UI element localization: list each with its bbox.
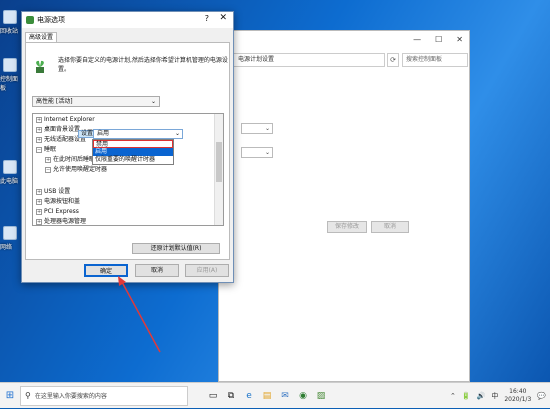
volume-icon[interactable]: 🔊 <box>477 392 486 400</box>
time: 16:40 <box>509 388 527 395</box>
collapse-icon[interactable]: − <box>36 146 42 153</box>
ok-button[interactable]: 确定 <box>84 264 128 277</box>
apply-button[interactable]: 应用(A) <box>185 264 229 277</box>
desktop-icon-label: 回收站 <box>0 28 19 35</box>
app-icon[interactable]: ◉ <box>294 383 312 409</box>
power-plan-settings-window: — ☐ ✕ 电源计划设置 ⟳ 搜索控制面板 ⌄ ⌄ 保存修改 取消 <box>218 30 470 382</box>
chevron-down-icon: ⌄ <box>174 130 180 137</box>
expand-icon[interactable]: + <box>36 208 42 215</box>
tree-item[interactable]: − 睡眠 <box>36 146 56 154</box>
tree-item-label: Internet Explorer <box>44 116 95 123</box>
tree-scrollbar[interactable] <box>214 114 223 225</box>
chevron-down-icon: ⌄ <box>150 98 156 105</box>
control-panel-search[interactable]: 搜索控制面板 <box>402 53 468 67</box>
tree-item-label: PCI Express <box>44 208 79 215</box>
tree-item-label: 在此时间后睡眠 <box>53 156 96 163</box>
plan-select[interactable]: 高性能 [活动] ⌄ <box>32 96 160 107</box>
cancel-button[interactable]: 取消 <box>371 221 409 233</box>
tree-item-label: 电源按钮和盖 <box>44 198 81 205</box>
scrollbar-thumb[interactable] <box>216 142 222 182</box>
expand-icon[interactable]: + <box>36 136 42 143</box>
tree-item-label: 睡眠 <box>44 146 57 153</box>
taskbar: ⊞ ⚲ 在这里输入你要搜索的内容 ▭ ⧉ e ▤ ✉ ◉ ▨ ⌃ 🔋 🔊 中 1… <box>0 382 550 408</box>
tree-item-label: 处理器电源管理 <box>44 218 87 225</box>
option-enable[interactable]: 启用 <box>93 148 173 156</box>
file-explorer-icon[interactable]: ▤ <box>258 383 276 409</box>
tree-item[interactable]: + 桌面背景设置 <box>36 126 80 134</box>
wake-timer-value: 启用 <box>97 130 110 137</box>
close-icon[interactable]: ✕ <box>219 13 227 23</box>
wake-timer-options[interactable]: 禁用 启用 仅限重要的唤醒计时器 <box>92 139 174 165</box>
date: 2020/1/3 <box>504 396 532 403</box>
control-panel-icon[interactable] <box>3 58 17 72</box>
tree-item[interactable]: + Internet Explorer <box>36 116 95 124</box>
address-bar[interactable]: 电源计划设置 <box>233 53 385 67</box>
wake-timer-select[interactable]: 启用 ⌄ <box>93 129 183 139</box>
tree-item[interactable]: + 电源按钮和盖 <box>36 198 80 206</box>
edge-icon[interactable]: e <box>240 383 258 409</box>
collapse-icon[interactable]: − <box>45 166 51 173</box>
minimize-icon[interactable]: — <box>413 35 421 44</box>
help-icon[interactable]: ? <box>205 14 209 23</box>
restore-defaults-button[interactable]: 还原计划默认值(R) <box>132 243 220 254</box>
power-options-dialog: 电源选项 ? ✕ 高级设置 选择你要自定义的电源计划,然后选择你希望计算机管理的… <box>21 11 234 283</box>
option-important-only[interactable]: 仅限重要的唤醒计时器 <box>93 156 173 164</box>
window-controls: — ☐ ✕ <box>219 31 469 47</box>
tree-item[interactable]: − 允许使用唤醒定时器 <box>45 166 107 174</box>
expand-icon[interactable]: + <box>36 126 42 133</box>
tree-item-label: 允许使用唤醒定时器 <box>53 166 108 173</box>
task-view-icon[interactable]: ▭ <box>204 383 222 409</box>
chevron-up-icon[interactable]: ⌃ <box>450 392 456 400</box>
search-placeholder: 在这里输入你要搜索的内容 <box>34 393 107 400</box>
dialog-titlebar: 电源选项 ? ✕ <box>22 12 233 28</box>
ime-indicator[interactable]: 中 <box>491 391 498 401</box>
desktop-icon-label: 此电脑 <box>0 178 19 185</box>
expand-icon[interactable]: + <box>36 188 42 195</box>
sleep-dropdown-2[interactable]: ⌄ <box>241 147 273 158</box>
close-icon[interactable]: ✕ <box>456 35 463 44</box>
expand-icon[interactable]: + <box>36 116 42 123</box>
sleep-dropdown-1[interactable]: ⌄ <box>241 123 273 134</box>
tree-item[interactable]: + PCI Express <box>36 208 79 216</box>
this-pc-icon[interactable] <box>3 160 17 174</box>
app-icon[interactable]: ⧉ <box>222 383 240 409</box>
save-changes-button[interactable]: 保存修改 <box>327 221 367 233</box>
notification-icon[interactable]: 💬 <box>537 392 546 400</box>
expand-icon[interactable]: + <box>36 218 42 225</box>
address-text: 电源计划设置 <box>238 56 275 63</box>
tree-item-label: 桌面背景设置 <box>44 126 81 133</box>
tree-item[interactable]: + USB 设置 <box>36 188 70 196</box>
search-icon: ⚲ <box>25 391 31 400</box>
description-text: 选择你要自定义的电源计划,然后选择你希望计算机管理的电源设置。 <box>58 57 228 73</box>
expand-icon[interactable]: + <box>45 156 51 163</box>
tree-item[interactable]: + 处理器电源管理 <box>36 218 87 225</box>
option-disable[interactable]: 禁用 <box>93 140 173 148</box>
tree-item[interactable]: + 在此时间后睡眠 <box>45 156 95 164</box>
power-options-taskbar-icon[interactable]: ▨ <box>312 383 330 409</box>
network-icon[interactable] <box>3 226 17 240</box>
tree-item-label: USB 设置 <box>44 188 71 195</box>
power-options-icon <box>26 16 34 24</box>
maximize-icon[interactable]: ☐ <box>435 35 442 44</box>
cancel-button[interactable]: 取消 <box>135 264 179 277</box>
search-placeholder: 搜索控制面板 <box>406 56 443 63</box>
plan-select-value: 高性能 [活动] <box>36 98 73 105</box>
refresh-icon[interactable]: ⟳ <box>387 53 399 67</box>
chevron-down-icon: ⌄ <box>264 149 270 156</box>
recycle-bin-icon[interactable] <box>3 10 17 24</box>
windows-start-icon[interactable]: ⊞ <box>0 383 20 409</box>
system-tray: ⌃ 🔋 🔊 中 16:40 2020/1/3 💬 <box>450 383 550 409</box>
chevron-down-icon: ⌄ <box>264 125 270 132</box>
battery-icon[interactable]: 🔋 <box>462 392 471 400</box>
desktop-icon-label: 控制面板 <box>0 76 19 92</box>
mail-icon[interactable]: ✉ <box>276 383 294 409</box>
power-plan-icon <box>36 60 44 73</box>
advanced-settings-panel: 选择你要自定义的电源计划,然后选择你希望计算机管理的电源设置。 高性能 [活动]… <box>25 42 230 260</box>
clock[interactable]: 16:40 2020/1/3 <box>504 388 531 404</box>
expand-icon[interactable]: + <box>36 198 42 205</box>
desktop-icon-label: 网络 <box>0 244 13 251</box>
dialog-title: 电源选项 <box>37 16 65 24</box>
taskbar-search[interactable]: ⚲ 在这里输入你要搜索的内容 <box>20 385 188 406</box>
